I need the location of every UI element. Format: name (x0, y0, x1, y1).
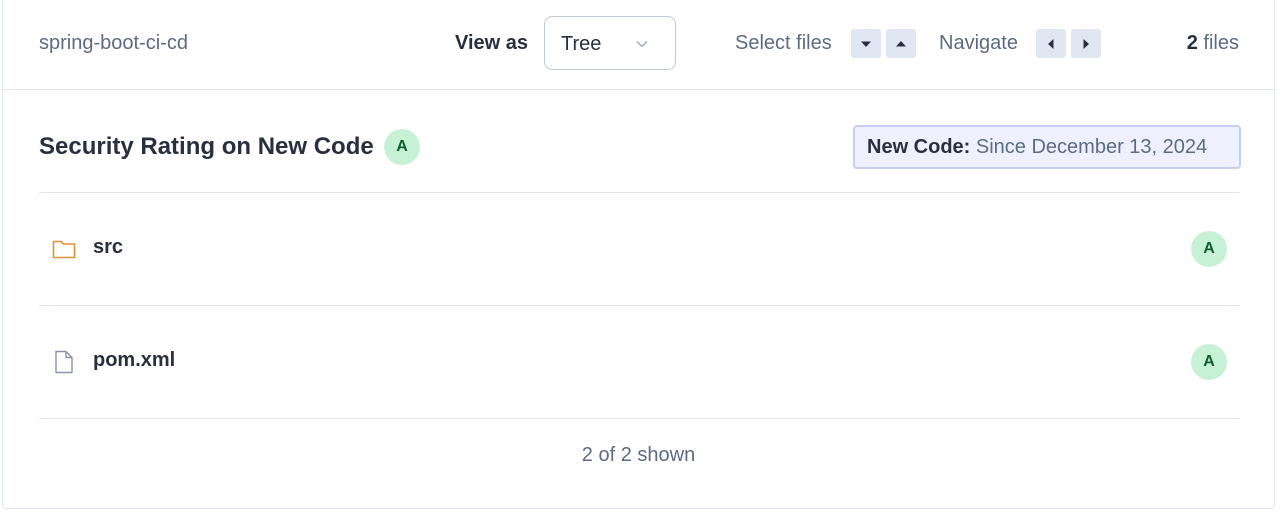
shown-count: 2 of 2 shown (581, 444, 696, 466)
files-count: 2 files (1187, 32, 1239, 55)
divider (39, 418, 1240, 419)
component-name[interactable]: src (93, 236, 123, 259)
page-title: Security Rating on New Code (39, 133, 374, 160)
component-measures-panel: spring-boot-ci-cd View as Tree Select fi… (2, 0, 1275, 509)
view-as-value: Tree (561, 33, 602, 55)
panel-header: spring-boot-ci-cd View as Tree Select fi… (3, 0, 1274, 90)
view-as-select[interactable]: Tree (544, 16, 676, 70)
select-next-file-key[interactable] (851, 29, 881, 58)
breadcrumb[interactable]: spring-boot-ci-cd (39, 32, 188, 55)
files-count-suffix: files (1197, 32, 1239, 54)
select-previous-file-key[interactable] (886, 29, 916, 58)
select-files-label: Select files (735, 32, 832, 54)
arrow-right-icon (1083, 39, 1089, 49)
new-code-label: New Code: (867, 136, 971, 158)
file-icon (55, 350, 73, 374)
rating-badge: A (1191, 231, 1227, 267)
chevron-down-icon (636, 41, 648, 48)
view-as-label: View as (455, 32, 529, 54)
arrow-left-icon (1048, 39, 1054, 49)
rating-badge: A (1191, 344, 1227, 380)
component-name[interactable]: pom.xml (93, 349, 175, 372)
new-code-period-badge: New Code: Since December 13, 2024 (853, 125, 1241, 169)
overall-rating-badge: A (384, 129, 420, 165)
list-item[interactable]: src A (39, 193, 1240, 305)
navigate-label: Navigate (939, 32, 1018, 54)
arrow-up-icon (896, 41, 906, 47)
navigate-back-key[interactable] (1036, 29, 1066, 58)
new-code-value: Since December 13, 2024 (970, 136, 1208, 158)
list-item[interactable]: pom.xml A (39, 306, 1240, 418)
files-count-number: 2 (1186, 32, 1198, 54)
arrow-down-icon (861, 41, 871, 47)
folder-icon (52, 240, 76, 259)
navigate-forward-key[interactable] (1071, 29, 1101, 58)
